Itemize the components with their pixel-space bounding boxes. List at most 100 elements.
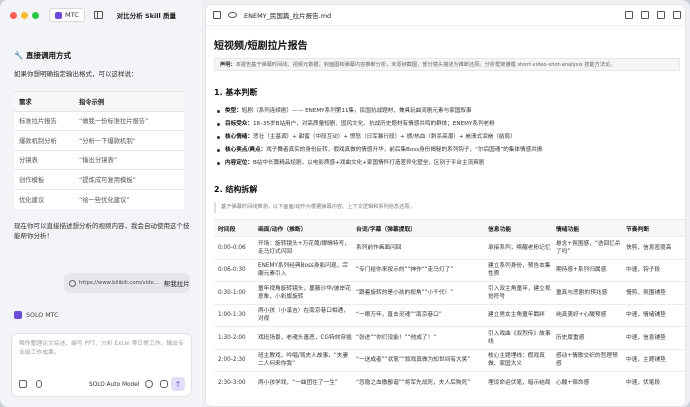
chat-intro: 如果你想明确指定输出格式，可以这样说： bbox=[14, 70, 138, 78]
mtc-tag[interactable]: MTC bbox=[49, 8, 85, 22]
table-row: 优化建议 “给一些优化建议” bbox=[14, 188, 184, 209]
table-cell: 标准拉片报告 bbox=[14, 110, 74, 131]
table-cell: “提炼成可复用模板” bbox=[74, 169, 184, 189]
microphone-icon[interactable] bbox=[160, 380, 168, 388]
document-toolbar: ENEMY_民国篇_拉片报告.md bbox=[206, 5, 685, 26]
table-row: 0:30-1:00 童年视角旋转镜头，蔓藤沙华/彼岸花意象，小彩旗旋转 “跟着旋转的… bbox=[214, 281, 685, 304]
mention-icon[interactable] bbox=[145, 380, 153, 388]
list-item: 类型：短剧（系列连续剧）—— ENEMY系列第11集，民国抗战题材，兼具玩曲流剧… bbox=[214, 105, 680, 118]
item-key: 核心情绪： bbox=[225, 134, 253, 140]
list-item: 核心卖点/爽点：戏子舞者真实的身份反转，假戏真做的情感升华，前后集Boss身份揭… bbox=[214, 144, 680, 157]
table-cell: 历史厚重感 bbox=[552, 326, 622, 349]
column-header: 时间段 bbox=[214, 219, 254, 237]
table-cell: 悬念+氛围感，“迭回忆杀了吗” bbox=[552, 236, 622, 259]
table-cell: 快剪，信息密度高 bbox=[622, 236, 685, 259]
table-cell: 建立男女主角童年羁绊 bbox=[484, 303, 552, 327]
item-value: 戏子舞者真实的身份反转，假戏真做的情感升华，前后集Boss身份揭秘的系列钩子，“… bbox=[266, 147, 543, 153]
model-selector[interactable]: SOLO Auto Model bbox=[89, 382, 139, 388]
column-header: 情绪功能 bbox=[552, 219, 622, 237]
table-row: 0:06-0:30 ENEMY系列经典Boss身影闪现，宗廟元素引入 “专门给你来按… bbox=[214, 258, 685, 282]
image-icon[interactable] bbox=[19, 380, 27, 388]
table-cell: 心酸+宿命感 bbox=[552, 371, 622, 394]
table-cell: 1:00-1:30 bbox=[214, 303, 254, 327]
close-dot[interactable] bbox=[10, 11, 17, 19]
user-message-text: 帮我拉片 bbox=[163, 280, 190, 288]
table-cell: 两小孩学戏，“一曲团住了一生” bbox=[254, 371, 352, 394]
table-cell: “输出分镜表” bbox=[74, 149, 184, 170]
table-cell: 引入双主角童年，建立视觉符号 bbox=[484, 281, 552, 304]
table-cell: 期待感+系列归属感 bbox=[552, 258, 622, 282]
table-row: 爆款机制分析 “分析一下爆款机制” bbox=[14, 130, 184, 150]
item-value: 短剧（系列连续剧）—— ENEMY系列第11集，民国抗战题材，兼具玩曲流剧元素与… bbox=[241, 108, 472, 114]
agent-label: SOLO MTC bbox=[14, 311, 59, 319]
globe-icon bbox=[69, 279, 76, 287]
table-cell: 优化建议 bbox=[14, 188, 74, 209]
composer[interactable]: 帮你整理论文综述、编写 PPT、分析 Excel 等日常工作。输出专业级工作成果… bbox=[11, 333, 192, 397]
table-cell: “一送成者”“状笔”“叙戏真做为知世间有大笑” bbox=[352, 348, 484, 372]
table-cell: 慢剪，氛围铺垫 bbox=[622, 281, 685, 304]
composer-placeholder[interactable]: 帮你整理论文综述、编写 PPT、分析 Excel 等日常工作。输出专业级工作成果… bbox=[19, 340, 187, 358]
maximize-dot[interactable] bbox=[32, 11, 39, 19]
app-window: MTC 对比分析 Skill 质量 🔧 直接调用方式 如果你想明确指定输出格式，… bbox=[0, 0, 690, 407]
command-table: 需求 指令示例 标准拉片报告 “做我一份标准拉片报告” 爆款机制分析 “分析一下爆款… bbox=[14, 91, 184, 209]
table-row: 1:30-2:00 戏班场景，老魂头善恶，CG特效穿插 “张进”“你们没能！”“他成… bbox=[214, 326, 685, 349]
item-value: B站中长篇精品短剧，以电影质感+戏曲文化+家国情怀打造差异化壁垒，区别于平台主流… bbox=[252, 160, 485, 166]
table-cell: 引入戏曲《双烈传》故事线 bbox=[484, 326, 552, 349]
chat-heading: 🔧 直接调用方式 bbox=[14, 51, 71, 60]
minimize-dot[interactable] bbox=[21, 11, 28, 19]
table-cell: 爆款机制分析 bbox=[14, 130, 74, 150]
declaration-text: 本报告基于弹幕时间线、视频元数据、封面图和弹幕内容推断分析，未逐帧截图，部分镜头… bbox=[235, 62, 616, 68]
table-cell: “给一些优化建议” bbox=[74, 188, 184, 209]
table-row: 0:00-0:06 开场：旋转镜头+万花筒/眼睛特写，走马灯式闪回 系列前作画面闪回… bbox=[214, 236, 685, 259]
mtc-logo-icon bbox=[55, 11, 62, 19]
document-panel: ENEMY_民国篇_拉片报告.md 短视频/短剧拉片报告 声明：本报告基于弹幕时… bbox=[205, 4, 686, 407]
column-header: 指令示例 bbox=[74, 91, 184, 111]
column-header: 需求 bbox=[14, 91, 74, 111]
table-row: 1:00-1:30 两小孩（小溪吉）在南京巷口相遇，对视 “一眼万年，直击灵魂”“南… bbox=[214, 303, 685, 327]
table-row: 创作模板 “提炼成可复用模板” bbox=[14, 169, 184, 189]
close-icon[interactable] bbox=[673, 11, 681, 19]
table-cell: “做我一份标准拉片报告” bbox=[74, 110, 184, 131]
table-cell: “跟着旋转的是小孩的视角”“小千代！” bbox=[352, 281, 484, 304]
table-cell: 埋设命运伏笔，暗示结局 bbox=[484, 371, 552, 394]
table-cell: “一眼万年，直击灵魂”“南京巷口” bbox=[352, 303, 484, 327]
table-cell: 核心主题埋线：假戏真做、家国大义 bbox=[484, 348, 552, 372]
agent-name: SOLO MTC bbox=[26, 311, 59, 319]
section-title: 1. 基本判断 bbox=[214, 88, 258, 97]
table-cell: 童年视角旋转镜头，蔓藤沙华/彼岸花意象，小彩旗旋转 bbox=[254, 281, 352, 304]
user-message-bubble: https://www.bilibili.com/vide... 帮我拉片 bbox=[64, 273, 190, 293]
table-cell: “张进”“你们没能！”“他成了！” bbox=[352, 326, 484, 349]
attach-icon[interactable] bbox=[36, 380, 42, 388]
document-body: 短视频/短剧拉片报告 声明：本报告基于弹幕时间线、视频元数据、封面图和弹幕内容推… bbox=[214, 26, 685, 394]
table-cell: 创作模板 bbox=[14, 169, 74, 189]
table-cell: 0:30-1:00 bbox=[214, 281, 254, 304]
table-cell: “分析一下爆款机制” bbox=[74, 130, 184, 150]
file-name: ENEMY_民国篇_拉片报告.md bbox=[244, 12, 332, 20]
session-title: 对比分析 Skill 质量 bbox=[116, 12, 176, 20]
item-value: 18–35岁B站用户，对高质量短剧、国风文化、抗战历史题材有情感共鸣的群体；EN… bbox=[252, 121, 495, 127]
structure-table-body: 0:00-0:06 开场：旋转镜头+万花筒/眼睛特写，走马灯式闪回 系列前作画面闪回… bbox=[214, 236, 685, 394]
more-icon[interactable] bbox=[641, 11, 649, 19]
panel-toggle-icon[interactable] bbox=[213, 11, 221, 19]
split-icon[interactable] bbox=[657, 11, 665, 19]
table-cell: 0:00-0:06 bbox=[214, 236, 254, 259]
agent-avatar-icon bbox=[14, 311, 22, 319]
sidebar-toggle-icon[interactable] bbox=[93, 11, 103, 19]
table-cell: 承接系列，唤醒老粉记忆 bbox=[484, 236, 552, 259]
table-cell: ENEMY系列经典Boss身影闪现，宗廟元素引入 bbox=[254, 258, 352, 282]
toolbar-icons bbox=[617, 11, 681, 19]
download-icon[interactable] bbox=[625, 11, 633, 19]
table-cell: 系列前作画面闪回 bbox=[352, 236, 484, 259]
mtc-tag-label: MTC bbox=[65, 11, 79, 19]
send-button[interactable]: ↑ bbox=[171, 377, 185, 391]
table-cell: 0:06-0:30 bbox=[214, 258, 254, 282]
section-note: 基于弹幕时间线推测，以下画面/动作为根据弹幕内容、上下文逻辑和系列信息还原。 bbox=[214, 202, 680, 213]
chat-followup: 现在你可以直接描述想分析的视频内容，我会自动使用这个技能帮你分析！ bbox=[14, 221, 190, 240]
table-cell: 戏班场景，老魂头善恶，CG特效穿插 bbox=[254, 326, 352, 349]
item-key: 类型： bbox=[225, 108, 242, 114]
table-cell: 童真与悲剧的预兆感 bbox=[552, 281, 622, 304]
table-cell: 2:00-2:30 bbox=[214, 348, 254, 372]
table-cell: 中速，钩子段 bbox=[622, 258, 685, 282]
user-link[interactable]: https://www.bilibili.com/vide... bbox=[79, 280, 159, 286]
preview-eye-icon[interactable] bbox=[228, 12, 237, 18]
